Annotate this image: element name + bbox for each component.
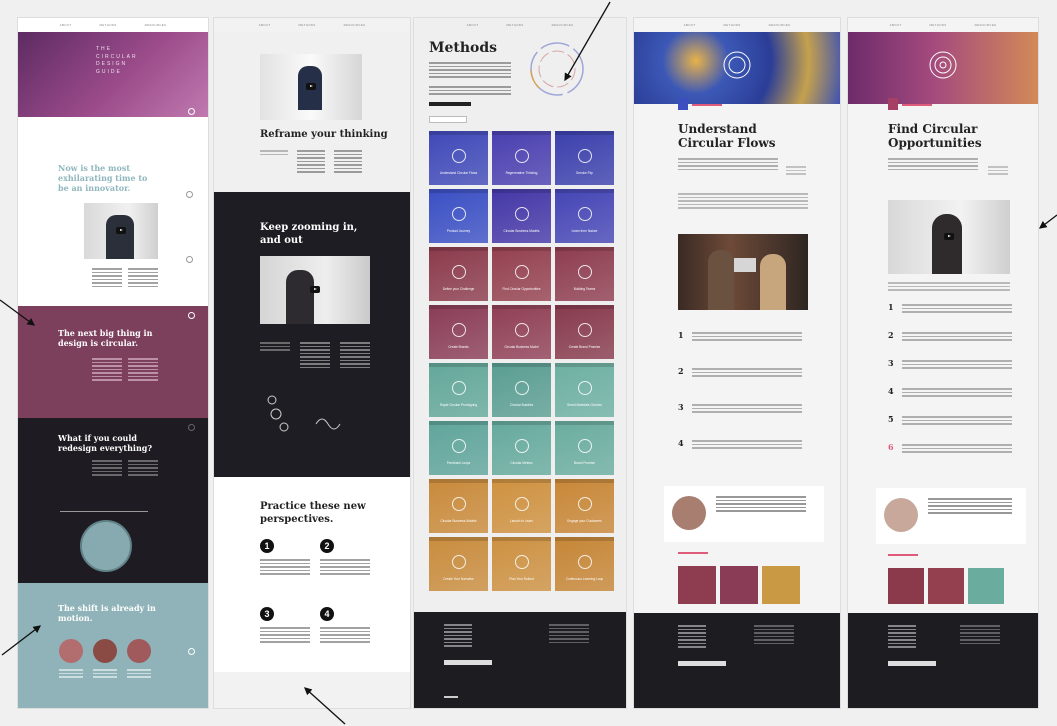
screenshot-collage: ABOUT METHODS RESOURCES THE CIRCULAR DESIG… [0, 0, 1057, 726]
arrow-to-shift [1, 625, 42, 656]
arrow-to-practice [304, 687, 346, 725]
annotation-arrows [0, 1, 1057, 725]
arrow-to-big-thing [0, 299, 36, 326]
arrow-to-find-video [1038, 214, 1057, 229]
arrow-to-methods-diagram [564, 1, 611, 82]
